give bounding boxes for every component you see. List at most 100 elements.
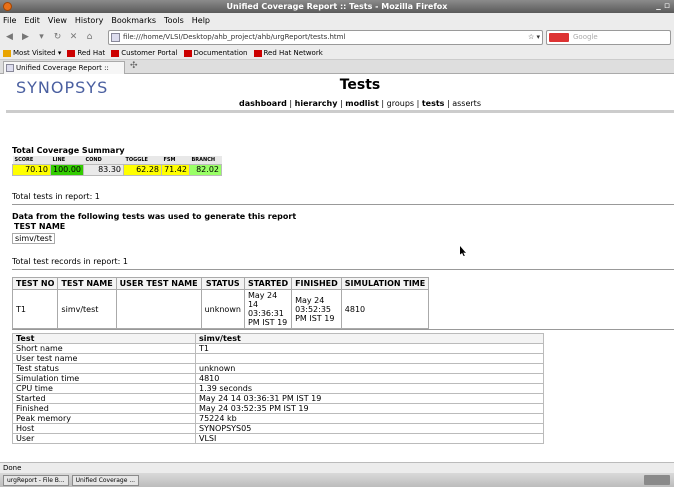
nav-hierarchy[interactable]: hierarchy [295,99,338,108]
detail-value: unknown [195,363,544,374]
redhat-icon [253,49,262,57]
nav-modlist[interactable]: modlist [345,99,379,108]
nav-groups[interactable]: groups [387,99,414,108]
detail-value [195,353,544,364]
divider [12,329,674,330]
summary-header: TOGGLE [123,156,162,164]
menu-history[interactable]: History [75,16,103,25]
redhat-icon [67,49,76,57]
detail-key: Host [12,423,196,434]
report-nav: dashboard | hierarchy | modlist | groups… [238,99,481,108]
back-icon[interactable]: ◀ [3,31,16,44]
details-header-key: Test [12,333,196,344]
search-placeholder: Google [573,33,598,41]
summary-header: LINE [50,156,84,164]
menu-bar: File Edit View History Bookmarks Tools H… [0,13,674,27]
table-row: Started May 24 14 03:36:31 PM IST 19 [12,393,544,404]
new-tab-icon[interactable]: ✣ [130,61,138,71]
nav-tests[interactable]: tests [422,99,445,108]
status-bar: Done [0,462,674,473]
cell-test-no: T1 [11,289,59,329]
detail-key: Started [12,393,196,404]
bookmark-icon [3,49,11,57]
table-row: User test name [12,353,544,364]
bookmark-red-hat-network[interactable]: Red Hat Network [253,49,323,57]
menu-bookmarks[interactable]: Bookmarks [111,16,156,25]
detail-value: 4810 [195,373,544,384]
window-controls[interactable]: _ ▫ [656,0,670,13]
table-row: Test status unknown [12,363,544,374]
tests-col-status: STATUS [200,277,245,290]
table-row: Finished May 24 03:52:35 PM IST 19 [12,403,544,414]
table-row: T1 simv/test unknown May 24 14 03:36:31 … [11,289,430,329]
table-row: User VLSI [12,433,544,444]
mouse-cursor-icon [460,246,466,256]
total-tests-text: Total tests in report: 1 [12,192,100,201]
nav-asserts[interactable]: asserts [452,99,481,108]
home-icon[interactable]: ⌂ [83,31,96,44]
menu-tools[interactable]: Tools [164,16,184,25]
tab-unified-coverage[interactable]: Unified Coverage Report :: Tests [3,61,125,84]
taskbar-file-browser[interactable]: urgReport - File B... [3,474,69,486]
detail-value: May 24 03:52:35 PM IST 19 [195,403,544,414]
bookmark-documentation[interactable]: Documentation [183,49,248,57]
url-bar[interactable]: file:///home/VLSI/Desktop/ahb_project/ah… [108,30,543,45]
bookmark-customer-portal[interactable]: Customer Portal [111,49,178,57]
detail-key: Finished [12,403,196,414]
detail-key: CPU time [12,383,196,394]
detail-key: Short name [12,343,196,354]
nav-dashboard[interactable]: dashboard [239,99,287,108]
tests-col-finished: FINISHED [291,277,342,290]
summary-header: COND [83,156,124,164]
detail-value: VLSI [195,433,544,444]
menu-view[interactable]: View [48,16,67,25]
cell-started: May 24 14 03:36:31 PM IST 19 [243,289,293,329]
header-divider [6,110,674,113]
tab-favicon-icon [6,64,14,72]
summary-score: 70.10 [12,163,51,176]
table-row: Simulation time 4810 [12,373,544,384]
divider [12,204,674,205]
cell-finished: May 24 03:52:35 PM IST 19 [291,289,342,329]
tests-col-test-name: TEST NAME [57,277,117,290]
url-dropdown-icon[interactable]: ☆ ▾ [528,31,540,44]
detail-value: May 24 14 03:36:31 PM IST 19 [195,393,544,404]
table-row: Host SYNOPSYS05 [12,423,544,434]
search-input[interactable]: Google [546,30,671,45]
redhat-icon [183,49,192,57]
detail-value: 1.39 seconds [195,383,544,394]
total-records-text: Total test records in report: 1 [12,257,128,266]
summary-branch: 82.02 [189,163,222,176]
redhat-icon [111,49,120,57]
detail-key: User [12,433,196,444]
detail-key: Test status [12,363,196,374]
tests-col-sim-time: SIMULATION TIME [340,277,430,290]
stop-icon[interactable]: ✕ [67,31,80,44]
cell-test-name: simv/test [57,289,117,329]
search-engine-icon[interactable] [549,33,569,42]
window-title: Unified Coverage Report :: Tests - Mozil… [226,2,448,11]
menu-help[interactable]: Help [192,16,210,25]
taskbar: urgReport - File B... Unified Coverage .… [0,473,674,487]
test-name-heading: TEST NAME [14,222,66,231]
summary-toggle: 62.28 [123,163,162,176]
table-row: Peak memory 75224 kb [12,413,544,424]
coverage-summary-table: SCORE LINE COND TOGGLE FSM BRANCH 70.10 … [12,156,222,176]
menu-edit[interactable]: Edit [24,16,40,25]
detail-key: User test name [12,353,196,364]
detail-value: T1 [195,343,544,354]
reload-icon[interactable]: ↻ [51,31,64,44]
summary-header: BRANCH [189,156,222,164]
taskbar-firefox[interactable]: Unified Coverage ... [71,474,140,486]
page-favicon-icon [111,33,120,42]
history-dropdown-icon[interactable]: ▾ [35,31,48,44]
bookmark-most-visited[interactable]: Most Visited ▾ [3,49,61,57]
page-title: Tests [339,77,381,93]
bookmark-red-hat[interactable]: Red Hat [67,49,105,57]
forward-icon[interactable]: ▶ [19,31,32,44]
synopsys-logo: SYNOPSYS [16,78,109,97]
menu-file[interactable]: File [3,16,16,25]
table-row: CPU time 1.39 seconds [12,383,544,394]
system-tray[interactable] [644,475,670,485]
bookmarks-toolbar: Most Visited ▾ Red Hat Customer Portal D… [0,47,674,60]
